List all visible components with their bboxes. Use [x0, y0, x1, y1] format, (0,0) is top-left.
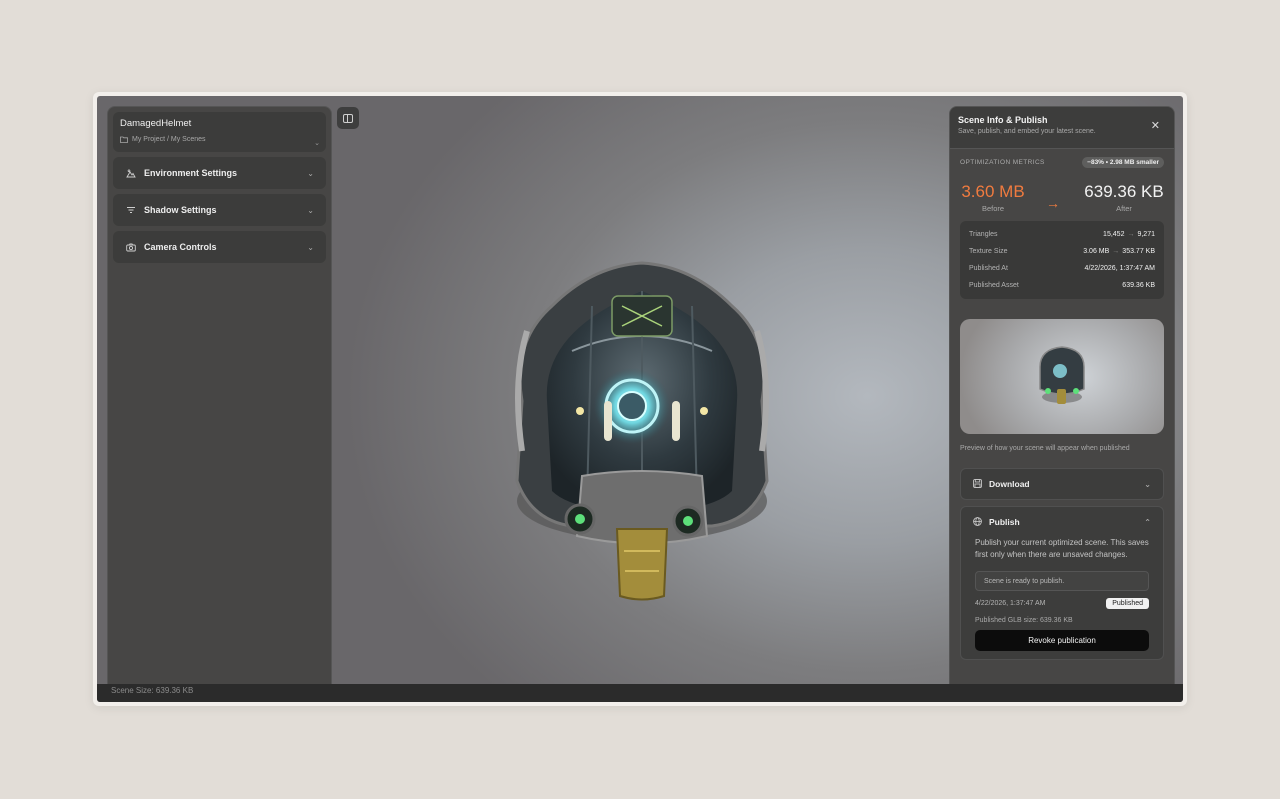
- stat-value: 639.36 KB: [1122, 282, 1155, 289]
- stat-key: Published Asset: [969, 282, 1019, 289]
- environment-icon: [125, 168, 137, 178]
- stat-before: 15,452: [1103, 231, 1125, 238]
- status-bar: Scene Size: 639.36 KB: [97, 684, 1183, 702]
- section-camera-controls[interactable]: Camera Controls ⌄: [113, 231, 326, 263]
- sidebar-icon: [343, 113, 353, 123]
- project-selector[interactable]: DamagedHelmet My Project / My Scenes ⌄: [113, 112, 326, 152]
- stat-value: 15,452 → 9,271: [1103, 231, 1155, 238]
- stat-after: 353.77 KB: [1122, 248, 1155, 255]
- stat-row-triangles: Triangles 15,452 → 9,271: [969, 226, 1155, 243]
- publish-description: Publish your current optimized scene. Th…: [975, 538, 1149, 559]
- publish-section: Publish ⌃ Publish your current optimized…: [960, 506, 1164, 660]
- scene-size-text: Scene Size: 639.36 KB: [111, 686, 194, 695]
- preview-caption: Preview of how your scene will appear wh…: [960, 445, 1130, 452]
- publish-body: Publish your current optimized scene. Th…: [961, 537, 1163, 659]
- left-panel: DamagedHelmet My Project / My Scenes ⌄ E…: [107, 106, 332, 693]
- arrow-right-icon: →: [1127, 231, 1135, 238]
- panel-subtitle: Save, publish, and embed your latest sce…: [958, 128, 1096, 135]
- arrow-right-icon: →: [1046, 195, 1060, 211]
- stat-value: 3.06 MB → 353.77 KB: [1083, 248, 1155, 255]
- publish-date: 4/22/2026, 1:37:47 AM: [975, 600, 1046, 607]
- globe-icon: [973, 516, 982, 528]
- before-size: 3.60 MB Before: [960, 182, 1026, 213]
- chevron-down-icon: ⌄: [307, 168, 314, 178]
- download-section[interactable]: Download ⌄: [960, 468, 1164, 500]
- stat-row-published-at: Published At 4/22/2026, 1:37:47 AM: [969, 260, 1155, 277]
- panel-header: Scene Info & Publish Save, publish, and …: [950, 107, 1174, 149]
- metrics-header: OPTIMIZATION METRICS −83% • 2.98 MB smal…: [950, 149, 1174, 168]
- savings-badge: −83% • 2.98 MB smaller: [1082, 157, 1164, 168]
- chevron-down-icon: ⌄: [1144, 479, 1151, 489]
- download-label: Download: [989, 479, 1030, 489]
- revoke-publication-button[interactable]: Revoke publication: [975, 630, 1149, 651]
- publish-info-row: 4/22/2026, 1:37:47 AM Published: [975, 598, 1149, 609]
- scene-info-panel: Scene Info & Publish Save, publish, and …: [949, 106, 1175, 693]
- panel-title: Scene Info & Publish: [958, 115, 1048, 125]
- stat-key: Texture Size: [969, 248, 1008, 255]
- helmet-preview-image: [1039, 346, 1085, 404]
- chevron-down-icon: ⌄: [307, 242, 314, 252]
- published-size: Published GLB size: 639.36 KB: [975, 617, 1073, 624]
- project-path-text: My Project / My Scenes: [132, 136, 206, 143]
- published-badge: Published: [1106, 598, 1149, 609]
- stat-value: 4/22/2026, 1:37:47 AM: [1084, 265, 1155, 272]
- folder-icon: [120, 136, 128, 143]
- scene-preview-thumbnail: [960, 319, 1164, 434]
- arrow-right-icon: →: [1112, 248, 1120, 255]
- section-label: Camera Controls: [144, 242, 217, 252]
- stats-table: Triangles 15,452 → 9,271 Texture Size 3.06…: [960, 221, 1164, 299]
- section-shadow-settings[interactable]: Shadow Settings ⌄: [113, 194, 326, 226]
- stat-row-texture-size: Texture Size 3.06 MB → 353.77 KB: [969, 243, 1155, 260]
- app-window: DamagedHelmet My Project / My Scenes ⌄ E…: [93, 92, 1187, 706]
- helmet-model[interactable]: [492, 251, 792, 611]
- size-comparison: 3.60 MB Before → 639.36 KB After: [950, 168, 1174, 218]
- 3d-viewport[interactable]: DamagedHelmet My Project / My Scenes ⌄ E…: [97, 96, 1183, 702]
- stat-before: 3.06 MB: [1083, 248, 1110, 255]
- after-size-label: After: [1116, 204, 1132, 213]
- chevron-down-icon: ⌄: [314, 140, 320, 147]
- chevron-up-icon: ⌃: [1144, 517, 1151, 527]
- publish-label: Publish: [989, 517, 1020, 527]
- camera-icon: [125, 243, 137, 252]
- section-environment-settings[interactable]: Environment Settings ⌄: [113, 157, 326, 189]
- stat-key: Triangles: [969, 231, 998, 238]
- save-icon: [973, 478, 982, 490]
- metrics-label: OPTIMIZATION METRICS: [960, 159, 1045, 166]
- download-header[interactable]: Download ⌄: [961, 469, 1163, 499]
- section-label: Shadow Settings: [144, 205, 217, 215]
- chevron-down-icon: ⌄: [307, 205, 314, 215]
- close-icon[interactable]: ✕: [1151, 119, 1160, 132]
- publish-header[interactable]: Publish ⌃: [961, 507, 1163, 537]
- before-size-label: Before: [981, 204, 1005, 213]
- stat-row-published-asset: Published Asset 639.36 KB: [969, 277, 1155, 294]
- shadow-icon: [125, 206, 137, 215]
- sidebar-toggle-button[interactable]: [337, 107, 359, 129]
- after-size-value: 639.36 KB: [1084, 182, 1164, 201]
- stat-after: 9,271: [1137, 231, 1155, 238]
- stat-key: Published At: [969, 265, 1008, 272]
- project-path: My Project / My Scenes ⌄: [120, 136, 320, 147]
- publish-status: Scene is ready to publish.: [975, 571, 1149, 591]
- section-label: Environment Settings: [144, 168, 238, 178]
- project-title: DamagedHelmet: [120, 118, 192, 129]
- after-size: 639.36 KB After: [1084, 182, 1164, 213]
- before-size-value: 3.60 MB: [961, 182, 1025, 201]
